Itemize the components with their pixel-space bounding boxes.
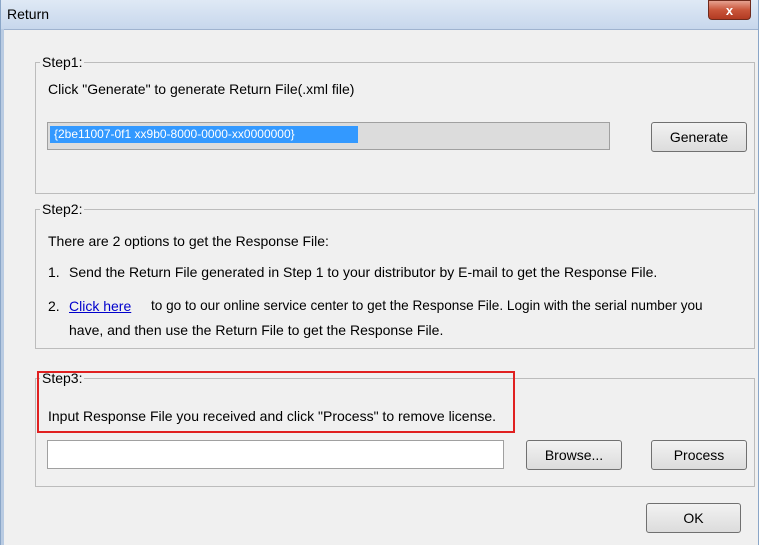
step1-legend: Step1: bbox=[40, 54, 85, 70]
return-file-value: {2be11007-0f1 xx9b0-8000-0000-xx0000000} bbox=[50, 126, 358, 143]
window-title: Return bbox=[7, 6, 50, 22]
generate-button[interactable]: Generate bbox=[651, 122, 747, 152]
option2-text-line1: to go to our online service center to ge… bbox=[151, 298, 703, 313]
browse-button[interactable]: Browse... bbox=[526, 440, 622, 470]
step1-instruction: Click "Generate" to generate Return File… bbox=[48, 81, 355, 97]
highlight-annotation bbox=[37, 371, 515, 433]
step1-group: Step1: Click "Generate" to generate Retu… bbox=[35, 54, 755, 194]
process-button[interactable]: Process bbox=[651, 440, 747, 470]
close-icon: x bbox=[725, 3, 734, 18]
option1-number: 1. bbox=[48, 264, 60, 280]
option2-number: 2. bbox=[48, 298, 60, 314]
response-file-input[interactable] bbox=[47, 440, 504, 469]
close-button[interactable]: x bbox=[708, 0, 751, 20]
option1-text: Send the Return File generated in Step 1… bbox=[69, 264, 658, 280]
step2-legend: Step2: bbox=[40, 201, 85, 217]
step2-group: Step2: There are 2 options to get the Re… bbox=[35, 201, 755, 349]
ok-button[interactable]: OK bbox=[646, 503, 741, 533]
step2-intro: There are 2 options to get the Response … bbox=[48, 233, 329, 249]
return-file-field[interactable]: {2be11007-0f1 xx9b0-8000-0000-xx0000000} bbox=[47, 122, 610, 150]
return-dialog: Return x Step1: Click "Generate" to gene… bbox=[0, 0, 759, 545]
title-bar[interactable]: Return x bbox=[1, 0, 758, 30]
option2-text-line2: have, and then use the Return File to ge… bbox=[69, 322, 444, 338]
click-here-link[interactable]: Click here bbox=[69, 298, 131, 314]
window-frame-accent bbox=[1, 29, 4, 545]
